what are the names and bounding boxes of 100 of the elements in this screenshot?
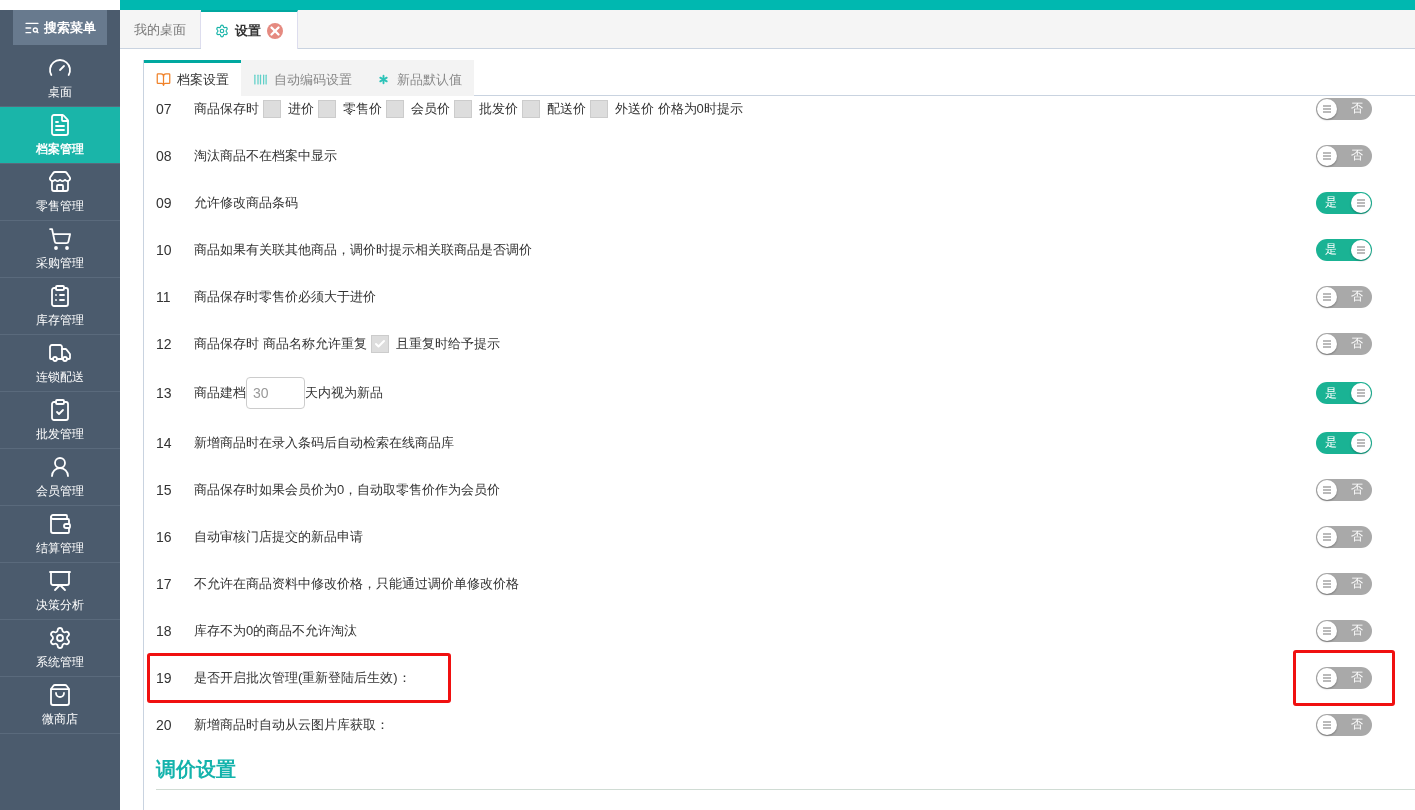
toggle-switch[interactable]: 是 (1316, 382, 1372, 404)
sidebar-item[interactable]: 决策分析 (0, 563, 120, 620)
setting-label: 允许修改商品条码 (194, 193, 298, 212)
toggle-switch[interactable]: 是 (1316, 191, 1372, 214)
menu-lines-icon (1317, 333, 1337, 354)
menu-lines-icon (1317, 526, 1337, 547)
menu-lines-icon (1317, 714, 1337, 735)
toggle-switch[interactable]: 否 (1316, 97, 1372, 120)
sidebar-label: 结算管理 (36, 539, 84, 557)
row-number: 08 (156, 147, 173, 164)
row-number: 14 (156, 434, 173, 451)
sidebar-item[interactable]: 档案管理 (0, 107, 120, 164)
days-input[interactable]: 30 (246, 377, 305, 409)
bag-icon (48, 682, 72, 707)
menu-lines-icon (1351, 239, 1371, 260)
setting-label: 商品如果有关联其他商品，调价时提示相关联商品是否调价 (194, 240, 532, 259)
checkbox[interactable] (386, 99, 404, 118)
setting-label: 商品保存时 (194, 99, 259, 118)
checkbox[interactable] (590, 99, 608, 118)
sidebar-item[interactable]: 零售管理 (0, 164, 120, 221)
toggle-switch[interactable]: 否 (1316, 478, 1372, 501)
asterisk-icon (376, 72, 391, 87)
row-number: 09 (156, 194, 173, 211)
setting-label: 批发价 (479, 99, 518, 118)
menu-lines-icon (1317, 98, 1337, 119)
menu-lines-icon (1351, 432, 1371, 453)
toggle-switch[interactable]: 是 (1316, 238, 1372, 261)
menu-lines-icon (1317, 620, 1337, 641)
row-number: 15 (156, 481, 173, 498)
toggle-switch[interactable]: 否 (1316, 713, 1372, 736)
settings-tab[interactable]: 新品默认值 (364, 60, 474, 96)
toggle-switch[interactable]: 否 (1316, 619, 1372, 642)
checkbox[interactable] (318, 99, 336, 118)
toggle-switch[interactable]: 否 (1316, 666, 1372, 689)
sidebar-item[interactable]: 连锁配送 (0, 335, 120, 392)
document-icon (48, 112, 72, 137)
barcode-icon (253, 72, 268, 87)
sidebar-label: 连锁配送 (36, 368, 84, 386)
row-number: 20 (156, 716, 173, 733)
menu-lines-icon (1317, 286, 1337, 307)
setting-label: 且重复时给予提示 (395, 334, 500, 353)
row-number: 11 (156, 288, 172, 305)
sidebar-item[interactable]: 系统管理 (0, 620, 120, 677)
menu-lines-icon (1317, 573, 1337, 594)
checkbox[interactable] (263, 99, 281, 118)
row-number: 19 (156, 669, 173, 686)
setting-label: 商品保存时零售价必须大于进价 (194, 287, 376, 306)
settings-tab[interactable]: 档案设置 (144, 60, 241, 96)
menu-lines-icon (1317, 667, 1337, 688)
chart-board-icon (48, 568, 72, 593)
tab-label: 自动编码设置 (274, 70, 352, 89)
row-number: 10 (156, 241, 173, 258)
sidebar-item[interactable]: 采购管理 (0, 221, 120, 278)
setting-label: 零售价 (343, 99, 382, 118)
tab-label: 我的桌面 (134, 21, 186, 39)
clipboard-icon (48, 283, 72, 308)
menu-lines-icon (1317, 145, 1337, 166)
tab-label: 档案设置 (177, 70, 229, 89)
setting-label: 自动审核门店提交的新品申请 (194, 527, 363, 546)
toggle-switch[interactable]: 是 (1316, 431, 1372, 454)
setting-label: 外送价 价格为0时提示 (615, 99, 743, 118)
setting-label: 新增商品时自动从云图片库获取： (194, 715, 389, 734)
toggle-switch[interactable]: 否 (1316, 572, 1372, 595)
tab-label: 新品默认值 (397, 70, 462, 89)
toggle-switch[interactable]: 否 (1316, 525, 1372, 548)
sidebar-item[interactable]: 库存管理 (0, 278, 120, 335)
toggle-switch[interactable]: 否 (1316, 144, 1372, 167)
toggle-switch[interactable]: 否 (1316, 285, 1372, 308)
page-tab[interactable]: 设置 (201, 10, 298, 49)
check-icon (373, 337, 386, 350)
setting-label: 商品建档 (194, 384, 246, 402)
row-number: 12 (156, 335, 173, 352)
sidebar-label: 系统管理 (36, 653, 84, 671)
row-number: 13 (156, 385, 173, 401)
user-icon (48, 454, 72, 479)
setting-label: 淘汰商品不在档案中显示 (194, 146, 337, 165)
settings-tab[interactable]: 自动编码设置 (241, 60, 364, 96)
sidebar-label: 微商店 (42, 710, 78, 728)
sidebar-item[interactable]: 微商店 (0, 677, 120, 734)
close-icon[interactable] (267, 22, 283, 39)
menu-lines-icon (1317, 479, 1337, 500)
setting-label: 不允许在商品资料中修改价格，只能通过调价单修改价格 (194, 574, 519, 593)
setting-label: 是否开启批次管理(重新登陆后生效)： (194, 668, 411, 687)
sidebar-item[interactable]: 会员管理 (0, 449, 120, 506)
setting-label: 会员价 (411, 99, 450, 118)
cart-icon (48, 226, 72, 251)
sidebar-label: 档案管理 (36, 140, 84, 158)
sidebar-item[interactable]: 结算管理 (0, 506, 120, 563)
clipboard-icon (48, 397, 72, 422)
section-title: 调价设置 (156, 756, 1415, 790)
checkbox[interactable] (370, 334, 389, 353)
row-number: 16 (156, 528, 173, 545)
search-menu-button[interactable]: 搜索菜单 (13, 10, 107, 45)
checkbox[interactable] (454, 99, 472, 118)
setting-label: 天内视为新品 (305, 384, 383, 402)
toggle-switch[interactable]: 否 (1316, 332, 1372, 355)
checkbox[interactable] (522, 99, 540, 118)
sidebar-item[interactable]: 批发管理 (0, 392, 120, 449)
sidebar-label: 桌面 (48, 83, 72, 101)
setting-label: 进价 (288, 99, 314, 118)
